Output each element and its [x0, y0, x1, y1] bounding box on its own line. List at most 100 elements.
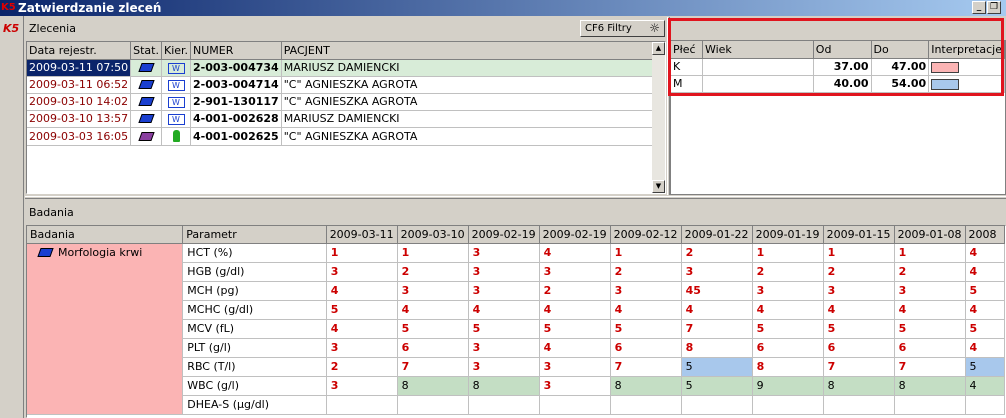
result-value[interactable]: 8: [610, 376, 682, 396]
order-row[interactable]: 2009-03-10 14:02 W 2-901-130117 "C" AGNIESZ…: [27, 93, 665, 111]
result-value[interactable]: 6: [752, 338, 824, 358]
result-value[interactable]: 4: [610, 300, 682, 320]
result-value[interactable]: [752, 395, 824, 415]
column-header[interactable]: 2009-01-22: [681, 226, 753, 244]
column-header[interactable]: Kier.: [161, 42, 192, 60]
column-header[interactable]: PACJENT: [281, 42, 665, 60]
result-value[interactable]: [681, 395, 753, 415]
result-row[interactable]: Morfologia krwi HCT (%) 1 1 3 4 1 2 1 1 1 4: [27, 243, 1005, 415]
column-header[interactable]: 2009-01-08: [894, 226, 966, 244]
result-value[interactable]: [965, 395, 1005, 415]
result-value[interactable]: 5: [681, 357, 753, 377]
column-header[interactable]: Stat.: [130, 42, 162, 60]
result-value[interactable]: 4: [326, 319, 398, 339]
result-value[interactable]: [823, 395, 895, 415]
order-row[interactable]: 2009-03-10 13:57 W 4-001-002628 MARIUSZ DAM…: [27, 110, 665, 128]
result-value[interactable]: 2: [823, 262, 895, 282]
result-value[interactable]: 7: [397, 357, 469, 377]
result-value[interactable]: 5: [326, 300, 398, 320]
result-value[interactable]: 3: [468, 262, 540, 282]
result-value[interactable]: 3: [468, 243, 540, 263]
result-value[interactable]: 3: [326, 338, 398, 358]
result-value[interactable]: [326, 395, 398, 415]
result-value[interactable]: 5: [539, 319, 611, 339]
result-value[interactable]: 3: [681, 262, 753, 282]
result-value[interactable]: 8: [397, 376, 469, 396]
minimize-button[interactable]: _: [972, 1, 986, 14]
result-value[interactable]: 1: [752, 243, 824, 263]
result-value[interactable]: [539, 395, 611, 415]
result-value[interactable]: 45: [681, 281, 753, 301]
result-value[interactable]: 2: [397, 262, 469, 282]
result-value[interactable]: 1: [397, 243, 469, 263]
result-value[interactable]: 5: [752, 319, 824, 339]
result-value[interactable]: 8: [468, 376, 540, 396]
result-value[interactable]: 5: [468, 319, 540, 339]
result-value[interactable]: 3: [823, 281, 895, 301]
result-value[interactable]: 2: [610, 262, 682, 282]
result-value[interactable]: 5: [965, 319, 1005, 339]
result-value[interactable]: 3: [539, 357, 611, 377]
result-value[interactable]: 4: [752, 300, 824, 320]
column-header[interactable]: 2009-02-19: [539, 226, 611, 244]
restore-button[interactable]: ❐: [987, 1, 1001, 14]
column-header[interactable]: Data rejestr.: [27, 42, 132, 60]
result-value[interactable]: 5: [965, 281, 1005, 301]
result-value[interactable]: 6: [894, 338, 966, 358]
column-header[interactable]: 2009-03-11: [326, 226, 398, 244]
result-value[interactable]: 5: [397, 319, 469, 339]
result-value[interactable]: 1: [610, 243, 682, 263]
result-value[interactable]: 4: [681, 300, 753, 320]
result-value[interactable]: 4: [965, 243, 1005, 263]
result-value[interactable]: 5: [823, 319, 895, 339]
result-value[interactable]: 5: [610, 319, 682, 339]
column-header[interactable]: 2009-02-12: [610, 226, 682, 244]
result-value[interactable]: 9: [752, 376, 824, 396]
column-header[interactable]: 2009-02-19: [468, 226, 540, 244]
result-value[interactable]: 1: [823, 243, 895, 263]
result-value[interactable]: 3: [397, 281, 469, 301]
order-row[interactable]: 2009-03-03 16:05 4-001-002625 "C" AGNIESZK…: [27, 127, 665, 146]
result-value[interactable]: 7: [610, 357, 682, 377]
result-value[interactable]: 1: [894, 243, 966, 263]
result-value[interactable]: 7: [681, 319, 753, 339]
result-value[interactable]: 6: [823, 338, 895, 358]
result-value[interactable]: 3: [468, 281, 540, 301]
order-row[interactable]: 2009-03-11 07:50 W 2-003-004734 MARIUSZ DAM…: [27, 59, 665, 77]
scroll-up-button[interactable]: ▲: [652, 42, 665, 55]
result-value[interactable]: 2: [894, 262, 966, 282]
result-value[interactable]: 3: [752, 281, 824, 301]
result-value[interactable]: 2: [539, 281, 611, 301]
result-value[interactable]: 4: [539, 243, 611, 263]
result-value[interactable]: 5: [894, 319, 966, 339]
column-header[interactable]: Badania: [27, 226, 184, 244]
result-value[interactable]: 4: [965, 262, 1005, 282]
column-header[interactable]: Parametr: [182, 226, 327, 244]
result-value[interactable]: 3: [326, 376, 398, 396]
result-value[interactable]: 2: [326, 357, 398, 377]
result-value[interactable]: 6: [610, 338, 682, 358]
result-value[interactable]: 5: [965, 357, 1005, 377]
column-header[interactable]: NUMER: [190, 42, 282, 60]
result-value[interactable]: 8: [681, 338, 753, 358]
filter-button[interactable]: CF6 Filtry ☼: [580, 20, 665, 37]
result-value[interactable]: 3: [539, 376, 611, 396]
orders-scrollbar[interactable]: ▲ ▼: [652, 42, 665, 193]
result-value[interactable]: [397, 395, 469, 415]
result-value[interactable]: 1: [326, 243, 398, 263]
result-value[interactable]: 8: [752, 357, 824, 377]
result-value[interactable]: 4: [965, 376, 1005, 396]
result-value[interactable]: 3: [539, 262, 611, 282]
result-value[interactable]: [894, 395, 966, 415]
result-value[interactable]: 3: [468, 357, 540, 377]
result-value[interactable]: 4: [326, 281, 398, 301]
result-value[interactable]: 3: [610, 281, 682, 301]
result-value[interactable]: 6: [397, 338, 469, 358]
result-value[interactable]: 4: [468, 300, 540, 320]
result-value[interactable]: 2: [752, 262, 824, 282]
column-header[interactable]: 2009-03-10: [397, 226, 469, 244]
result-value[interactable]: 4: [965, 338, 1005, 358]
result-value[interactable]: 3: [468, 338, 540, 358]
result-value[interactable]: 4: [823, 300, 895, 320]
result-value[interactable]: 2: [681, 243, 753, 263]
